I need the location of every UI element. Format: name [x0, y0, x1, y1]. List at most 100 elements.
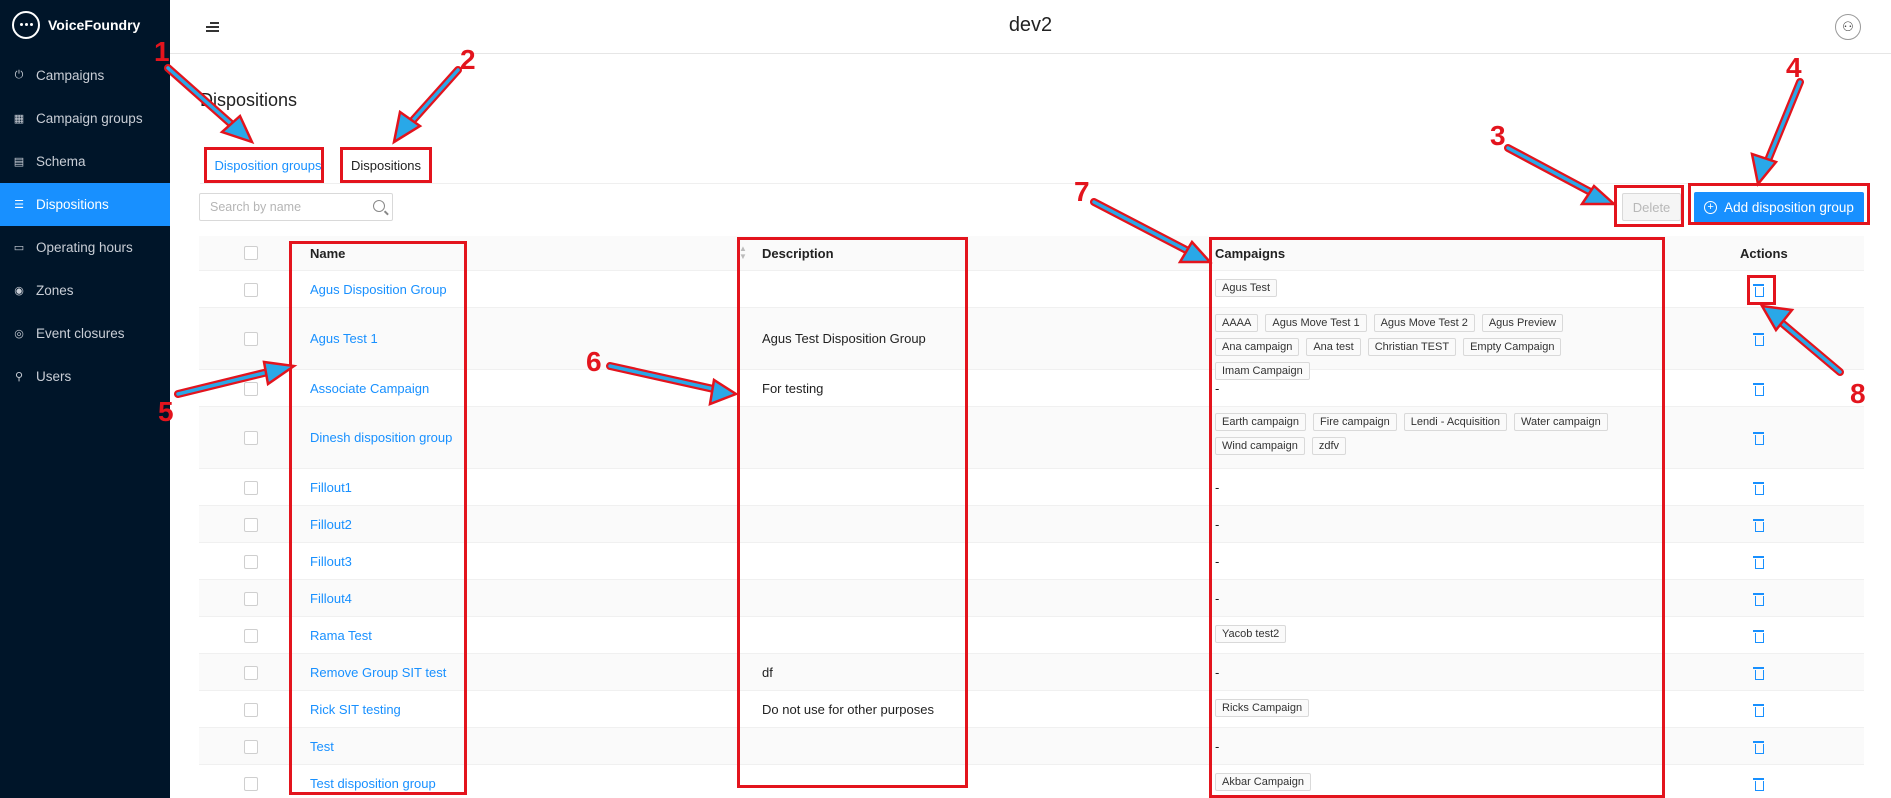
campaigns-cell: - — [1215, 665, 1655, 680]
delete-trash-icon[interactable] — [1753, 630, 1764, 643]
disposition-group-name-link[interactable]: Fillout1 — [310, 480, 352, 495]
row-checkbox[interactable] — [244, 777, 258, 791]
row-actions — [1753, 284, 1764, 299]
delete-trash-icon[interactable] — [1753, 704, 1764, 717]
delete-trash-icon[interactable] — [1753, 519, 1764, 532]
row-checkbox[interactable] — [244, 666, 258, 680]
delete-trash-icon[interactable] — [1753, 432, 1764, 445]
row-checkbox[interactable] — [244, 481, 258, 495]
row-checkbox[interactable] — [244, 431, 258, 445]
power-icon: ⏻ — [14, 69, 24, 81]
disposition-group-name-link[interactable]: Fillout2 — [310, 517, 352, 532]
tabs-divider — [200, 183, 1864, 184]
delete-trash-icon[interactable] — [1753, 593, 1764, 606]
row-actions — [1753, 778, 1764, 793]
header: dev2 ⚇ — [170, 0, 1891, 54]
sidebar-item-campaign-groups[interactable]: ▦ Campaign groups — [0, 97, 170, 140]
row-checkbox[interactable] — [244, 555, 258, 569]
campaigns-cell: Agus Test — [1215, 279, 1655, 303]
disposition-group-name-link[interactable]: Associate Campaign — [310, 381, 429, 396]
sidebar-item-operating-hours[interactable]: ▭ Operating hours — [0, 226, 170, 269]
campaign-tag: Ana campaign — [1215, 338, 1300, 356]
row-checkbox[interactable] — [244, 283, 258, 297]
row-checkbox[interactable] — [244, 518, 258, 532]
brand-name: VoiceFoundry — [48, 17, 141, 33]
delete-trash-icon[interactable] — [1753, 667, 1764, 680]
row-actions — [1753, 556, 1764, 571]
tab-disposition-groups[interactable]: Disposition groups — [214, 154, 322, 176]
search-input[interactable] — [200, 194, 360, 220]
table-row: Associate Campaign For testing - — [199, 370, 1864, 407]
table-row: Fillout1 - — [199, 469, 1864, 506]
campaign-tag: Christian TEST — [1367, 338, 1457, 356]
sidebar-item-dispositions[interactable]: ☰ Dispositions — [0, 183, 170, 226]
row-actions — [1753, 667, 1764, 682]
page-title: Dispositions — [200, 90, 298, 110]
campaign-tag: Wind campaign — [1215, 437, 1305, 455]
delete-button[interactable]: Delete — [1622, 193, 1681, 221]
sidebar-item-campaigns[interactable]: ⏻ Campaigns — [0, 54, 170, 97]
schema-icon: ▤ — [13, 156, 25, 168]
campaigns-cell: Akbar Campaign — [1215, 773, 1655, 797]
tab-dispositions[interactable]: Dispositions — [346, 154, 426, 176]
user-avatar-icon[interactable]: ⚇ — [1835, 14, 1861, 40]
sort-icon[interactable]: ▲ ▼ — [739, 245, 747, 261]
row-actions — [1753, 519, 1764, 534]
row-actions — [1753, 630, 1764, 645]
row-actions — [1753, 383, 1764, 398]
sidebar-item-event-closures[interactable]: ◎ Event closures — [0, 312, 170, 355]
disposition-group-name-link[interactable]: Dinesh disposition group — [310, 430, 452, 445]
delete-trash-icon[interactable] — [1753, 741, 1764, 754]
disposition-group-name-link[interactable]: Fillout4 — [310, 591, 352, 606]
delete-trash-icon[interactable] — [1753, 383, 1764, 396]
header-name[interactable]: Name — [310, 246, 345, 261]
disposition-group-name-link[interactable]: Agus Test 1 — [310, 331, 378, 346]
campaigns-cell: - — [1215, 480, 1655, 495]
search-icon[interactable] — [373, 200, 385, 212]
row-checkbox[interactable] — [244, 382, 258, 396]
delete-trash-icon[interactable] — [1753, 333, 1764, 346]
disposition-group-name-link[interactable]: Remove Group SIT test — [310, 665, 446, 680]
row-checkbox[interactable] — [244, 332, 258, 346]
delete-trash-icon[interactable] — [1753, 778, 1764, 791]
disposition-group-name-link[interactable]: Rama Test — [310, 628, 372, 643]
disposition-group-name-link[interactable]: Agus Disposition Group — [310, 282, 447, 297]
campaign-tag: Empty Campaign — [1463, 338, 1562, 356]
campaigns-cell: - — [1215, 381, 1655, 396]
sidebar-item-schema[interactable]: ▤ Schema — [0, 140, 170, 183]
campaigns-cell: Earth campaign Fire campaign Lendi - Acqui… — [1215, 413, 1655, 461]
delete-trash-icon[interactable] — [1753, 482, 1764, 495]
row-checkbox[interactable] — [244, 629, 258, 643]
header-description[interactable]: Description — [762, 246, 834, 261]
delete-trash-icon[interactable] — [1753, 556, 1764, 569]
table-row: Fillout4 - — [199, 580, 1864, 617]
sidebar-item-zones[interactable]: ◉ Zones — [0, 269, 170, 312]
campaigns-cell: - — [1215, 591, 1655, 606]
campaign-tag: Water campaign — [1514, 413, 1608, 431]
row-checkbox[interactable] — [244, 740, 258, 754]
disposition-group-name-link[interactable]: Test disposition group — [310, 776, 436, 791]
sidebar-item-label: Zones — [36, 283, 74, 298]
brand[interactable]: VoiceFoundry — [0, 0, 170, 50]
header-actions: Actions — [1740, 246, 1788, 261]
plus-circle-icon: + — [1704, 201, 1718, 214]
table-row: Agus Disposition Group Agus Test — [199, 271, 1864, 308]
closure-icon: ◎ — [14, 328, 24, 340]
campaign-tag: Earth campaign — [1215, 413, 1307, 431]
select-all-checkbox[interactable] — [244, 246, 258, 260]
row-checkbox[interactable] — [244, 592, 258, 606]
disposition-group-name-link[interactable]: Fillout3 — [310, 554, 352, 569]
campaigns-cell: Yacob test2 — [1215, 625, 1655, 649]
add-disposition-group-button[interactable]: + Add disposition group — [1694, 192, 1864, 223]
delete-trash-icon[interactable] — [1753, 284, 1764, 297]
environment-title: dev2 — [1008, 14, 1053, 36]
table-row: Fillout3 - — [199, 543, 1864, 580]
disposition-group-name-link[interactable]: Rick SIT testing — [310, 702, 401, 717]
description-cell: Do not use for other purposes — [762, 702, 934, 717]
disposition-group-name-link[interactable]: Test — [310, 739, 334, 754]
row-actions — [1753, 333, 1764, 348]
campaign-tag: Ricks Campaign — [1215, 699, 1310, 717]
sidebar-item-users[interactable]: ⚲ Users — [0, 355, 170, 398]
row-checkbox[interactable] — [244, 703, 258, 717]
sidebar-item-label: Users — [36, 369, 72, 384]
